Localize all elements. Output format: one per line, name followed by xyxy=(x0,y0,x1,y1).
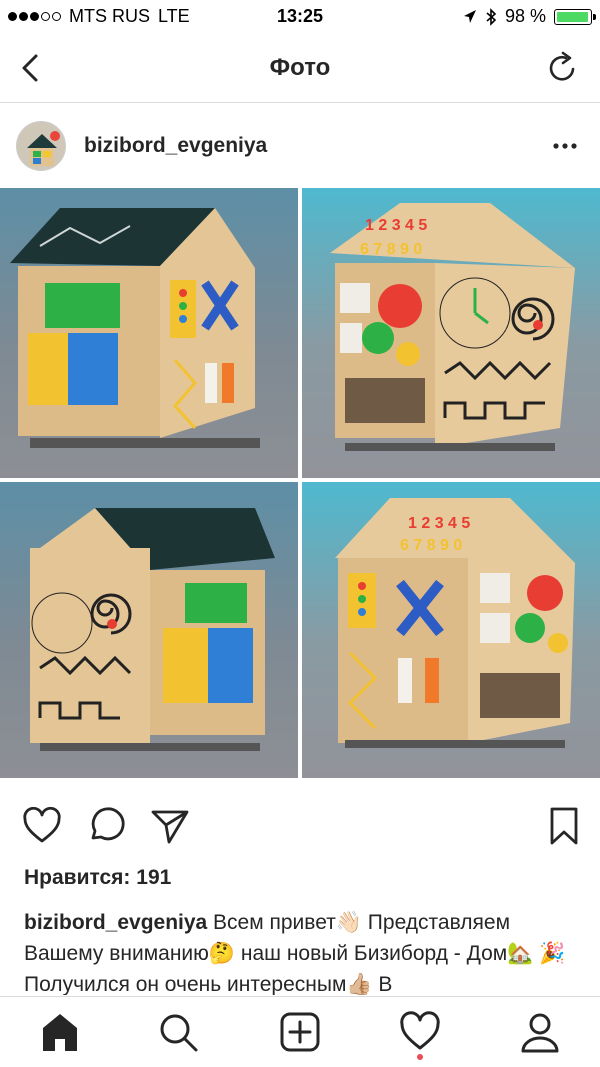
post-header: bizibord_evgeniya xyxy=(0,103,600,187)
post-username[interactable]: bizibord_evgeniya xyxy=(84,134,267,158)
post-photo[interactable]: 1 2 3 4 5 6 7 8 9 0 1 2 3 4 5 6 7 8 9 0 xyxy=(0,188,600,778)
bookmark-icon[interactable] xyxy=(544,806,584,846)
status-right: 98 % xyxy=(463,6,596,27)
likes-count[interactable]: Нравится: 191 xyxy=(24,866,171,890)
svg-text:6 7 8 9 0: 6 7 8 9 0 xyxy=(400,537,462,554)
svg-text:1 2 3 4 5: 1 2 3 4 5 xyxy=(365,217,427,234)
heart-icon[interactable] xyxy=(22,806,62,846)
add-icon[interactable] xyxy=(279,1011,321,1053)
battery-percent: 98 % xyxy=(504,6,546,26)
refresh-icon[interactable] xyxy=(546,51,580,85)
battery-icon xyxy=(554,8,596,25)
bluetooth-icon xyxy=(486,7,497,26)
svg-text:6 7 8 9 0: 6 7 8 9 0 xyxy=(360,241,422,258)
activity-icon[interactable] xyxy=(399,1011,441,1053)
battery-level xyxy=(557,11,589,22)
post-actions xyxy=(0,800,600,856)
search-icon[interactable] xyxy=(157,1011,199,1053)
photo-panel-2: 1 2 3 4 5 6 7 8 9 0 xyxy=(302,188,600,478)
notification-dot xyxy=(417,1054,423,1060)
location-arrow-icon xyxy=(463,9,476,23)
post-caption: bizibord_evgeniya Всем привет👋🏻 Представ… xyxy=(24,907,580,995)
photo-panel-1 xyxy=(0,188,298,478)
comment-icon[interactable] xyxy=(86,806,126,846)
share-icon[interactable] xyxy=(150,806,190,846)
status-bar: MTS RUS LTE 13:25 98 % xyxy=(0,0,600,34)
home-icon[interactable] xyxy=(39,1011,81,1053)
more-horizontal-icon[interactable] xyxy=(552,136,578,156)
profile-icon[interactable] xyxy=(519,1011,561,1053)
photo-panel-3 xyxy=(0,482,298,778)
page-title: Фото xyxy=(269,54,331,81)
svg-text:1 2 3 4 5: 1 2 3 4 5 xyxy=(408,515,470,532)
nav-bar: Фото xyxy=(0,34,600,103)
photo-panel-4: 1 2 3 4 5 6 7 8 9 0 xyxy=(302,482,600,778)
caption-username[interactable]: bizibord_evgeniya xyxy=(24,911,207,934)
tab-bar xyxy=(0,996,600,1067)
avatar[interactable] xyxy=(16,121,66,171)
